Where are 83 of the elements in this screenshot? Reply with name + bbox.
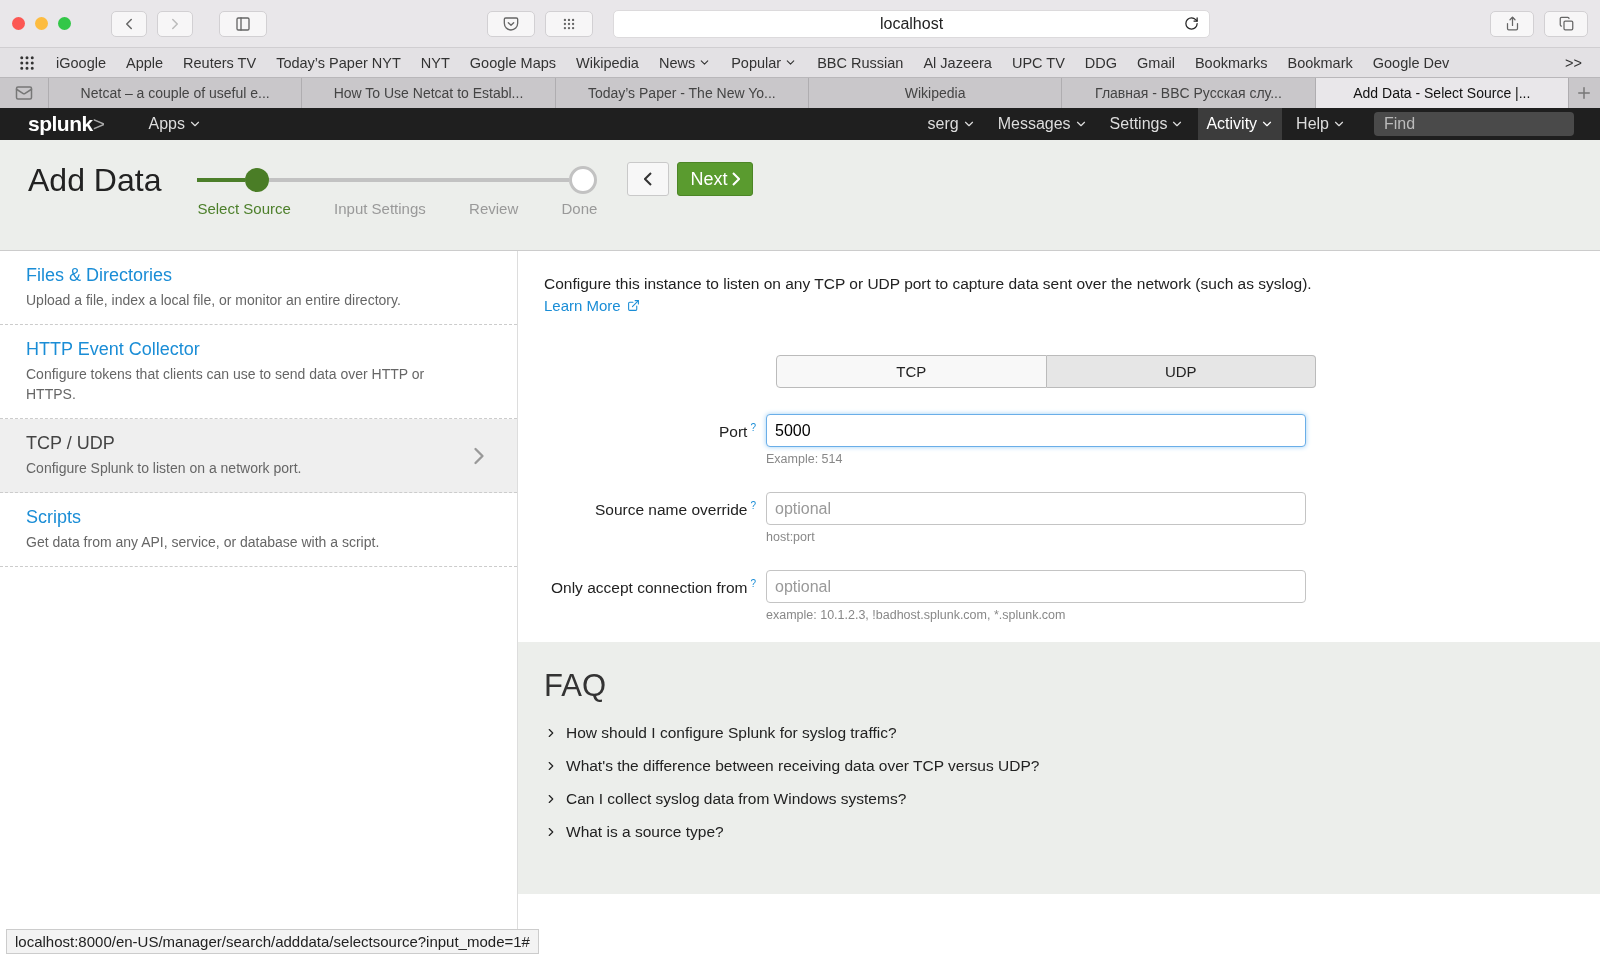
bookmark-link[interactable]: Bookmark: [1287, 54, 1353, 71]
input-field[interactable]: 5000: [766, 414, 1306, 447]
bookmark-link[interactable]: News: [658, 54, 712, 71]
input-field[interactable]: optional: [766, 570, 1306, 603]
protocol-toggle[interactable]: TCP: [776, 355, 1047, 388]
bookmark-link[interactable]: Bookmarks: [1194, 54, 1268, 71]
source-description: Configure tokens that clients can use to send data over HTTP or HTTPS.: [26, 365, 426, 404]
faq-link[interactable]: What is a source type?: [544, 815, 1574, 848]
bookmark-link[interactable]: NYT: [420, 54, 450, 71]
bookmark-link[interactable]: Al Jazeera: [923, 54, 992, 71]
pocket-button[interactable]: [487, 10, 535, 37]
source-description: Upload a file, index a local file, or monitor an entire directory.: [26, 291, 402, 310]
nav-menu[interactable]: Activity: [1198, 108, 1283, 140]
wizard-step: Input Settings: [334, 200, 426, 217]
reload-icon[interactable]: [1184, 16, 1199, 31]
share-icon: [1504, 16, 1520, 31]
mail-icon[interactable]: [15, 84, 33, 102]
done-step-circle: [569, 166, 598, 194]
faq-link[interactable]: Can I collect syslog data from Windows systems?: [544, 782, 1574, 815]
extension-button[interactable]: [545, 10, 593, 37]
apps-grid-icon[interactable]: [18, 53, 36, 72]
bookmark-link[interactable]: Today’s Paper NYT: [276, 54, 401, 71]
grid-icon: [562, 16, 576, 31]
status-url: localhost:8000/en-US/manager/search/adddata/selectsource?input_mode=1#: [6, 929, 539, 954]
intro-text: Configure this instance to listen on any TCP or UDP port to capture data sent over the network (such as syslog).: [544, 275, 1313, 293]
address-bar[interactable]: localhost: [613, 9, 1210, 38]
bookmark-link[interactable]: Popular: [731, 54, 798, 71]
field-label: Only accept connection from $^{?}$: [550, 577, 757, 599]
field-hint: example: 10.1.2.3, !badhost.splunk.com, *.splunk.com: [766, 608, 1067, 622]
source-description: Configure Splunk to listen on a network port.: [26, 459, 303, 478]
protocol-toggle[interactable]: UDP: [1046, 355, 1316, 388]
bookmark-link[interactable]: Gmail: [1137, 54, 1175, 71]
external-link-icon: [626, 299, 640, 312]
page-title: Add Data: [28, 162, 162, 199]
field-label: Source name override $^{?}$: [593, 499, 757, 521]
input-field[interactable]: optional: [766, 492, 1306, 525]
find-field[interactable]: Find: [1374, 112, 1574, 136]
wizard-step: Done: [561, 200, 598, 217]
share-button[interactable]: [1490, 10, 1534, 37]
nav-menu[interactable]: Settings: [1101, 108, 1193, 140]
splunk-logo[interactable]: splunk>: [28, 112, 105, 136]
wizard-step: Select Source: [197, 200, 291, 217]
chevron-right-icon: [732, 172, 741, 186]
nav-menu[interactable]: Messages: [989, 108, 1096, 140]
source-option[interactable]: TCP / UDP Configure Splunk to listen on a network port.: [0, 419, 517, 493]
bookmark-link[interactable]: UPC TV: [1011, 54, 1065, 71]
learn-more-link[interactable]: Learn More: [544, 297, 640, 314]
bookmark-link[interactable]: BBC Russian: [817, 54, 904, 71]
pocket-icon: [503, 15, 519, 32]
faq-link[interactable]: How should I configure Splunk for syslog traffic?: [544, 716, 1574, 749]
tabs-icon: [1558, 16, 1574, 31]
nav-menu[interactable]: Help: [1288, 108, 1354, 140]
field-hint: Example: 514: [766, 452, 844, 466]
chevron-left-icon: [644, 172, 653, 186]
tabs-overview-button[interactable]: [1544, 10, 1588, 37]
bookmark-link[interactable]: Apple: [126, 54, 164, 71]
sidebar-icon: [235, 15, 251, 32]
field-hint: host:port: [766, 530, 816, 544]
zoom-window-button[interactable]: [58, 17, 71, 30]
source-description: Get data from any API, service, or database with a script.: [26, 533, 381, 552]
back-button[interactable]: [111, 10, 147, 37]
bookmark-link[interactable]: Google Maps: [469, 54, 557, 71]
source-title: Files & Directories: [26, 265, 174, 286]
nav-menu[interactable]: serg: [919, 108, 984, 140]
bookmark-link[interactable]: Google Dev: [1372, 54, 1450, 71]
close-window-button[interactable]: [12, 17, 25, 30]
source-title: Scripts: [26, 507, 82, 528]
faq-link[interactable]: What's the difference between receiving data over TCP versus UDP?: [544, 749, 1574, 782]
bookmark-link[interactable]: Reuters TV: [183, 54, 257, 71]
source-title: TCP / UDP: [26, 433, 116, 454]
apps-menu[interactable]: Apps: [140, 108, 210, 140]
bookmark-link[interactable]: DDG: [1084, 54, 1118, 71]
field-label: Port $^{?}$: [718, 421, 757, 443]
current-step-dot: [245, 168, 270, 192]
more-bookmarks-button[interactable]: >>: [1565, 54, 1582, 71]
sidebar-button[interactable]: [219, 10, 267, 37]
faq-title: FAQ: [544, 668, 607, 704]
source-title: HTTP Event Collector: [26, 339, 201, 360]
bookmark-link[interactable]: Wikipedia: [576, 54, 639, 71]
bookmark-link[interactable]: iGoogle: [56, 54, 106, 71]
wizard-step: Review: [469, 200, 519, 217]
browser-tab[interactable]: Add Data - Select Source |...: [1314, 78, 1568, 108]
back-step-button[interactable]: [627, 162, 670, 196]
